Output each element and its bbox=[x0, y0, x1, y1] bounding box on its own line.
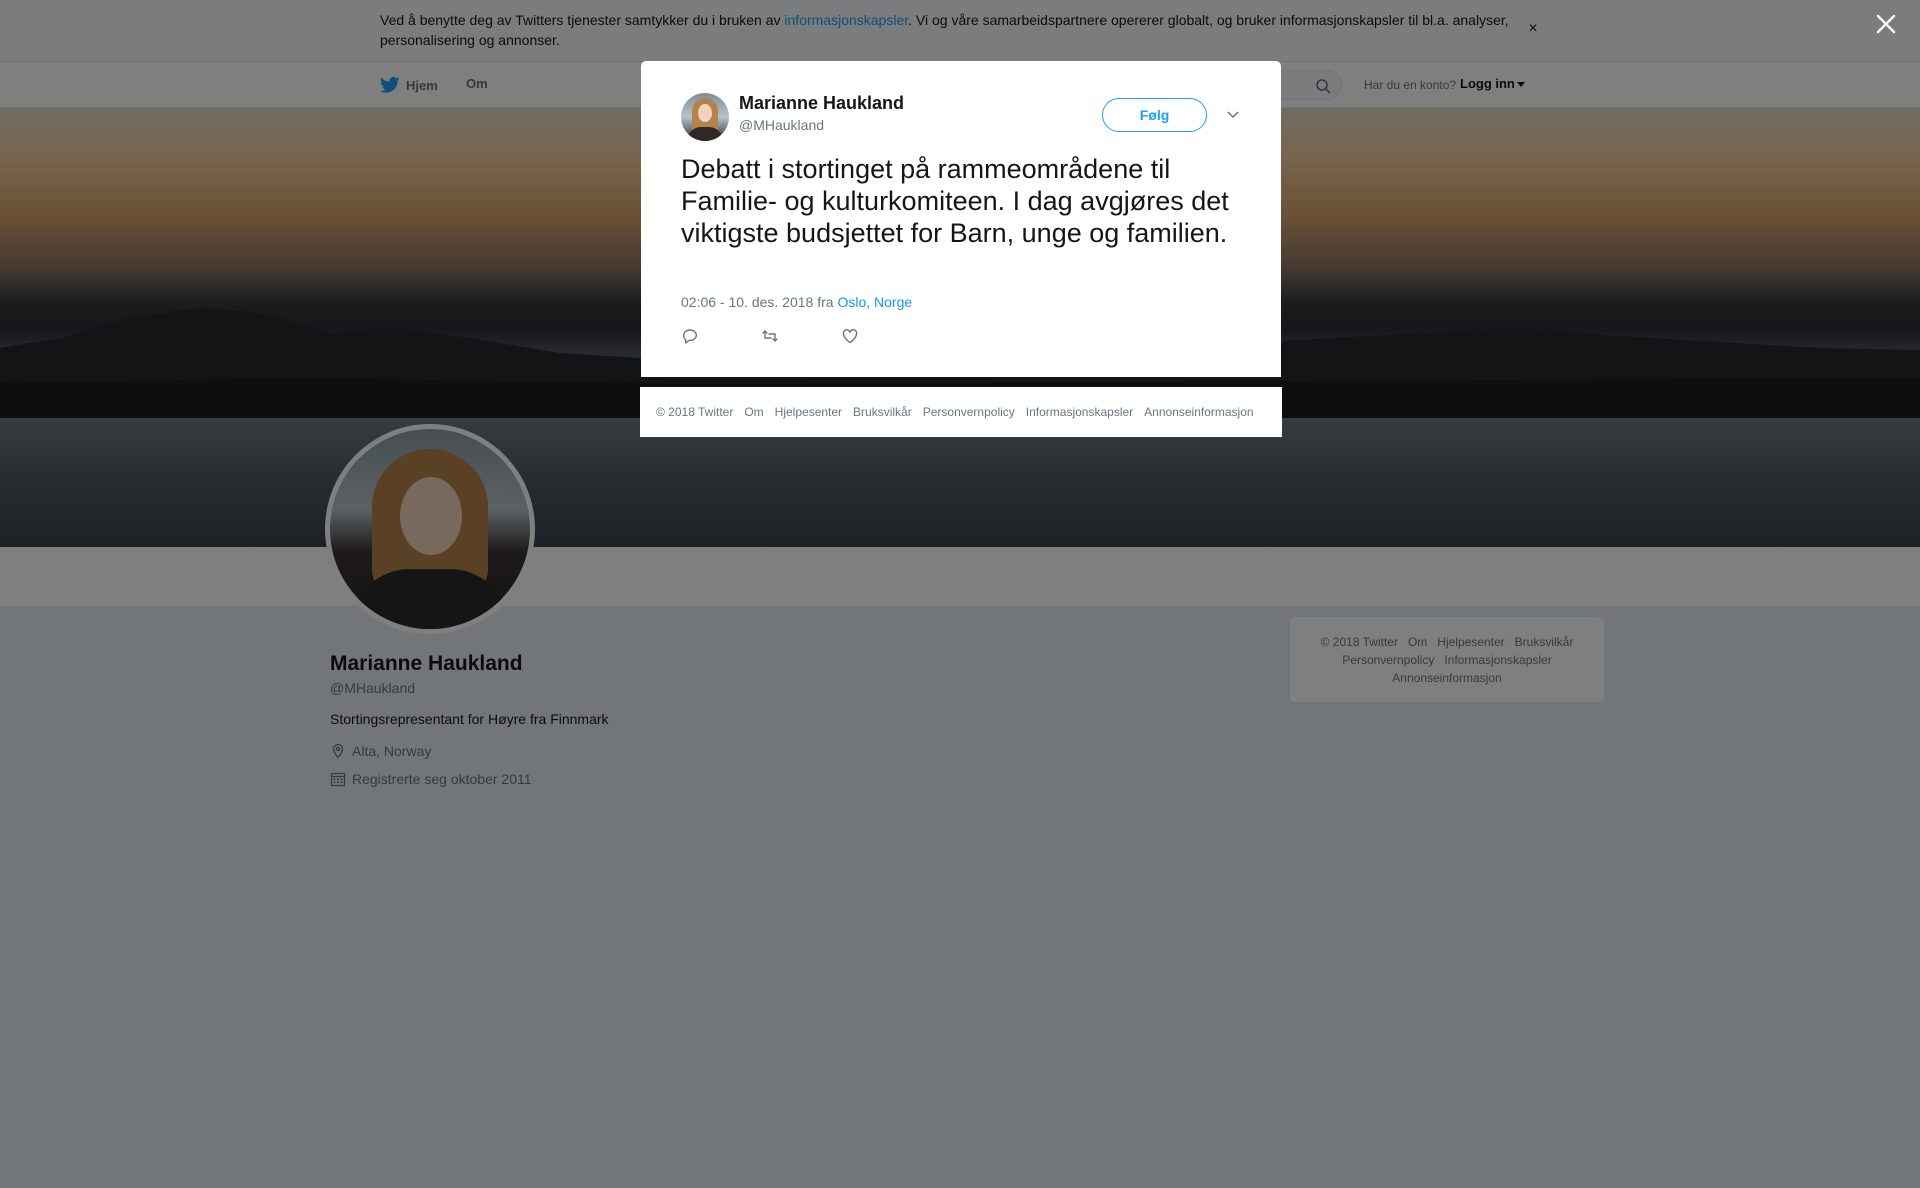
tweet-author-name[interactable]: Marianne Haukland bbox=[739, 93, 904, 114]
tweet-avatar[interactable] bbox=[681, 93, 729, 141]
tweet-actions bbox=[681, 327, 921, 345]
heart-icon bbox=[842, 329, 858, 344]
modal-footer-link-ads[interactable]: Annonseinformasjon bbox=[1144, 405, 1253, 419]
tweet-modal: Marianne Haukland @MHaukland Følg Debatt… bbox=[641, 61, 1281, 377]
tweet-avatar-body bbox=[687, 127, 723, 141]
tweet-timestamp: 02:06 - 10. des. 2018 fra Oslo, Norge bbox=[681, 294, 912, 310]
retweet-icon bbox=[762, 330, 778, 342]
reply-icon bbox=[682, 329, 698, 345]
tweet-author-handle[interactable]: @MHaukland bbox=[739, 117, 824, 133]
tweet-place-link[interactable]: Oslo, Norge bbox=[837, 294, 912, 310]
like-button[interactable] bbox=[841, 327, 859, 345]
close-icon[interactable] bbox=[1874, 12, 1898, 36]
chevron-down-icon[interactable] bbox=[1226, 107, 1240, 121]
retweet-button[interactable] bbox=[761, 327, 779, 345]
modal-footer-copyright: © 2018 Twitter bbox=[656, 405, 734, 419]
modal-footer-link-privacy[interactable]: Personvernpolicy bbox=[923, 405, 1015, 419]
modal-footer-link-cookies[interactable]: Informasjonskapsler bbox=[1026, 405, 1133, 419]
reply-button[interactable] bbox=[681, 327, 699, 345]
modal-footer-link-help[interactable]: Hjelpesenter bbox=[775, 405, 842, 419]
tweet-avatar-face bbox=[698, 104, 712, 122]
tweet-text: Debatt i stortinget på rammeområdene til… bbox=[681, 154, 1229, 248]
tweet-time[interactable]: 02:06 - 10. des. 2018 fra bbox=[681, 294, 837, 310]
follow-button[interactable]: Følg bbox=[1102, 98, 1207, 132]
modal-footer: © 2018 Twitter Om Hjelpesenter Bruksvilk… bbox=[640, 387, 1282, 437]
modal-footer-link-about[interactable]: Om bbox=[744, 405, 763, 419]
modal-footer-link-terms[interactable]: Bruksvilkår bbox=[853, 405, 912, 419]
